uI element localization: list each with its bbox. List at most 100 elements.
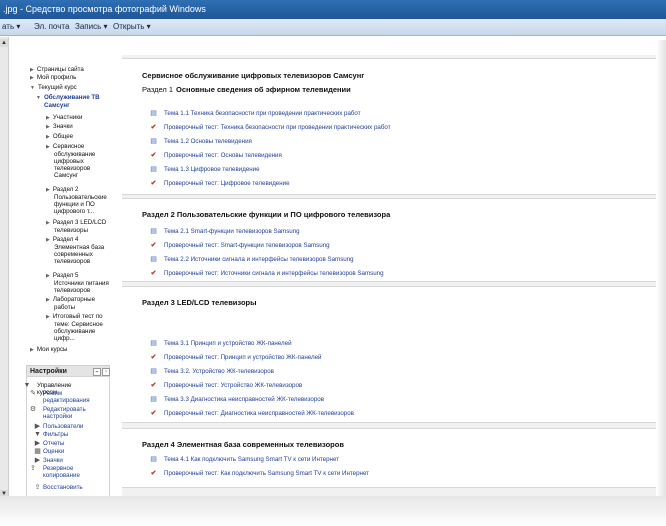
collapse-icon[interactable]: ▫ [102,368,110,376]
right-edge-shadow [656,40,666,498]
quiz-check-icon: ✔ [150,382,157,389]
settings-item-label: Значки [43,457,63,464]
activity-label: Тема 3.2. Устройство ЖК-телевизоров [164,368,274,375]
activity-label: Проверочный тест: Как подключить Samsung… [164,470,370,477]
page-document-icon: ▤ [150,368,157,375]
activity-label: Проверочный тест: Основы телевидения [164,152,282,159]
nav-item[interactable]: ▼ Текущий курс [30,84,77,92]
settings-item[interactable]: ⇪ Восстановить [34,484,83,491]
activity-label: Проверочный тест: Smart-функции телевизо… [164,242,330,249]
photo-bottom-fade [0,496,666,526]
settings-item-icon: ▶ [34,457,41,464]
settings-item-label: Отчеты [43,440,65,447]
settings-item-icon: ▶ [34,440,41,447]
settings-item-label: Фильтры [43,431,69,438]
settings-item[interactable]: ▶ Значки [34,457,63,464]
collapsed-arrow-icon: ▶ [30,67,34,73]
nav-item[interactable]: ▶ Лабораторные работы [46,296,110,311]
nav-item[interactable]: ▶ Раздел 4 Элементная база современных те… [46,236,110,265]
quiz-check-icon: ✔ [150,354,157,361]
activity-label: Проверочный тест: Техника безопасности п… [164,124,391,131]
section-subtitle: Раздел 1 Основные сведения об эфирном тел… [142,85,351,94]
email-button[interactable]: Эл. почта [34,19,69,35]
activity-label: Проверочный тест: Цифровое телевидение [164,180,290,187]
nav-item[interactable]: ▶ Раздел 3 LED/LCD телевизоры [46,219,110,234]
settings-item-icon: ⇪ [30,465,36,472]
nav-item[interactable]: ▶ Общее [46,133,73,141]
course-section: Раздел 4 Элементная база современных тел… [122,428,665,488]
collapsed-arrow-icon: ▶ [46,134,50,140]
nav-item-label: Лабораторные работы [52,296,96,311]
quiz-check-icon: ✔ [150,270,157,277]
quiz-check-icon: ✔ [150,124,157,131]
nav-item[interactable]: ▶ Итоговый тест по теме: Сервисное обслуж… [46,313,110,342]
settings-item[interactable]: ✎ Режим редактирования [30,390,99,404]
page-document-icon: ▤ [150,256,157,263]
collapsed-arrow-icon: ▶ [46,220,50,226]
nav-item[interactable]: ▼ Обслуживание ТВ Самсунг [36,94,100,109]
activity-label: Тема 2.2 Источники сигнала и интерфейсы … [164,256,354,263]
quiz-check-icon: ✔ [150,152,157,159]
activity-label: Тема 4.1 Как подключить Samsung Smart TV… [164,456,340,463]
settings-item-icon: ✎ [30,390,36,397]
nav-item[interactable]: ▶ Мой профиль [30,74,76,82]
nav-item-label: Мой профиль [36,74,77,81]
command-bar: ать ▾ Эл. почта Запись ▾ Открыть ▾ [0,19,666,36]
nav-item[interactable]: ▶ Раздел 2 Пользовательские функции и ПО … [46,186,110,215]
collapsed-arrow-icon: ▶ [46,187,50,193]
course-section: Раздел 2 Пользовательские функции и ПО ц… [122,198,665,282]
page-scrollbar[interactable]: ▲ ▼ [0,37,9,499]
nav-item[interactable]: ▶ Мои курсы [30,346,67,354]
nav-item-label: Раздел 4 Элементная база современных тел… [52,236,105,265]
burn-menu[interactable]: Запись ▾ [75,19,108,35]
settings-item[interactable]: ▼ Фильтры [34,431,68,438]
nav-item-label: Обслуживание ТВ Самсунг [43,94,100,109]
settings-item-label: Редактировать настройки [43,406,86,420]
expanded-arrow-icon: ▼ [36,95,41,101]
settings-item[interactable]: ▶ Отчеты [34,440,65,447]
expanded-arrow-icon: ▼ [30,85,35,91]
settings-item[interactable]: ▦ Оценки [34,448,64,455]
settings-item-label: Восстановить [43,484,83,491]
nav-item[interactable]: ▶ Участники [46,114,82,122]
print-menu[interactable]: ать ▾ [2,19,20,35]
quiz-check-icon: ✔ [150,410,157,417]
nav-item-label: Раздел 5 Источники питания телевизоров [52,272,109,294]
quiz-check-icon: ✔ [150,242,157,249]
nav-item[interactable]: ▶ Раздел 5 Источники питания телевизоров [46,272,110,294]
nav-item-label: Мои курсы [36,346,68,353]
settings-title: Настройки [30,368,67,375]
window-title-bar: .jpg - Средство просмотра фотографий Win… [0,0,666,19]
course-section: Сервисное обслуживание цифровых телевизо… [122,58,665,195]
scroll-up-arrow-icon[interactable]: ▲ [0,39,8,47]
dock-icon[interactable]: − [93,368,101,376]
collapsed-arrow-icon: ▶ [46,237,50,243]
nav-item-label: Текущий курс [37,84,77,91]
collapsed-arrow-icon: ▶ [46,144,50,150]
section-title: Сервисное обслуживание цифровых телевизо… [142,71,365,80]
collapsed-arrow-icon: ▶ [46,124,50,130]
activity-label: Тема 2.1 Smart-функции телевизоров Samsu… [164,228,300,235]
section-subtitle-prefix: Раздел 1 [142,85,174,94]
settings-item-icon: ▼ [23,382,31,389]
settings-item-label: Пользователи [43,423,84,430]
nav-item[interactable]: ▶ Значки [46,123,73,131]
page-document-icon: ▤ [150,340,157,347]
activity-label: Проверочный тест: Принцип и устройство Ж… [164,354,322,361]
nav-item[interactable]: ▶ Сервисное обслуживание цифровых телевиз… [46,143,110,179]
window-title: .jpg - Средство просмотра фотографий Win… [3,4,206,14]
open-menu[interactable]: Открыть ▾ [113,19,151,35]
settings-item[interactable]: ⚙ Редактировать настройки [29,406,99,420]
nav-item-label: Участники [52,114,83,121]
nav-item-label: Раздел 2 Пользовательские функции и ПО ц… [52,186,107,215]
nav-item-label: Значки [52,123,73,130]
settings-item-icon: ⚙ [29,406,37,413]
activity-label: Тема 1.1 Техника безопасности при провед… [164,110,361,117]
page-document-icon: ▤ [150,456,157,463]
settings-item[interactable]: ▶ Пользователи [34,423,84,430]
nav-item-label: Раздел 3 LED/LCD телевизоры [52,219,107,234]
nav-item-label: Общее [52,133,74,140]
settings-item[interactable]: ⇪ Резервное копирование [30,465,99,479]
nav-item[interactable]: ▶ Страницы сайта [30,66,84,74]
section-title: Раздел 2 Пользовательские функции и ПО ц… [142,210,391,219]
